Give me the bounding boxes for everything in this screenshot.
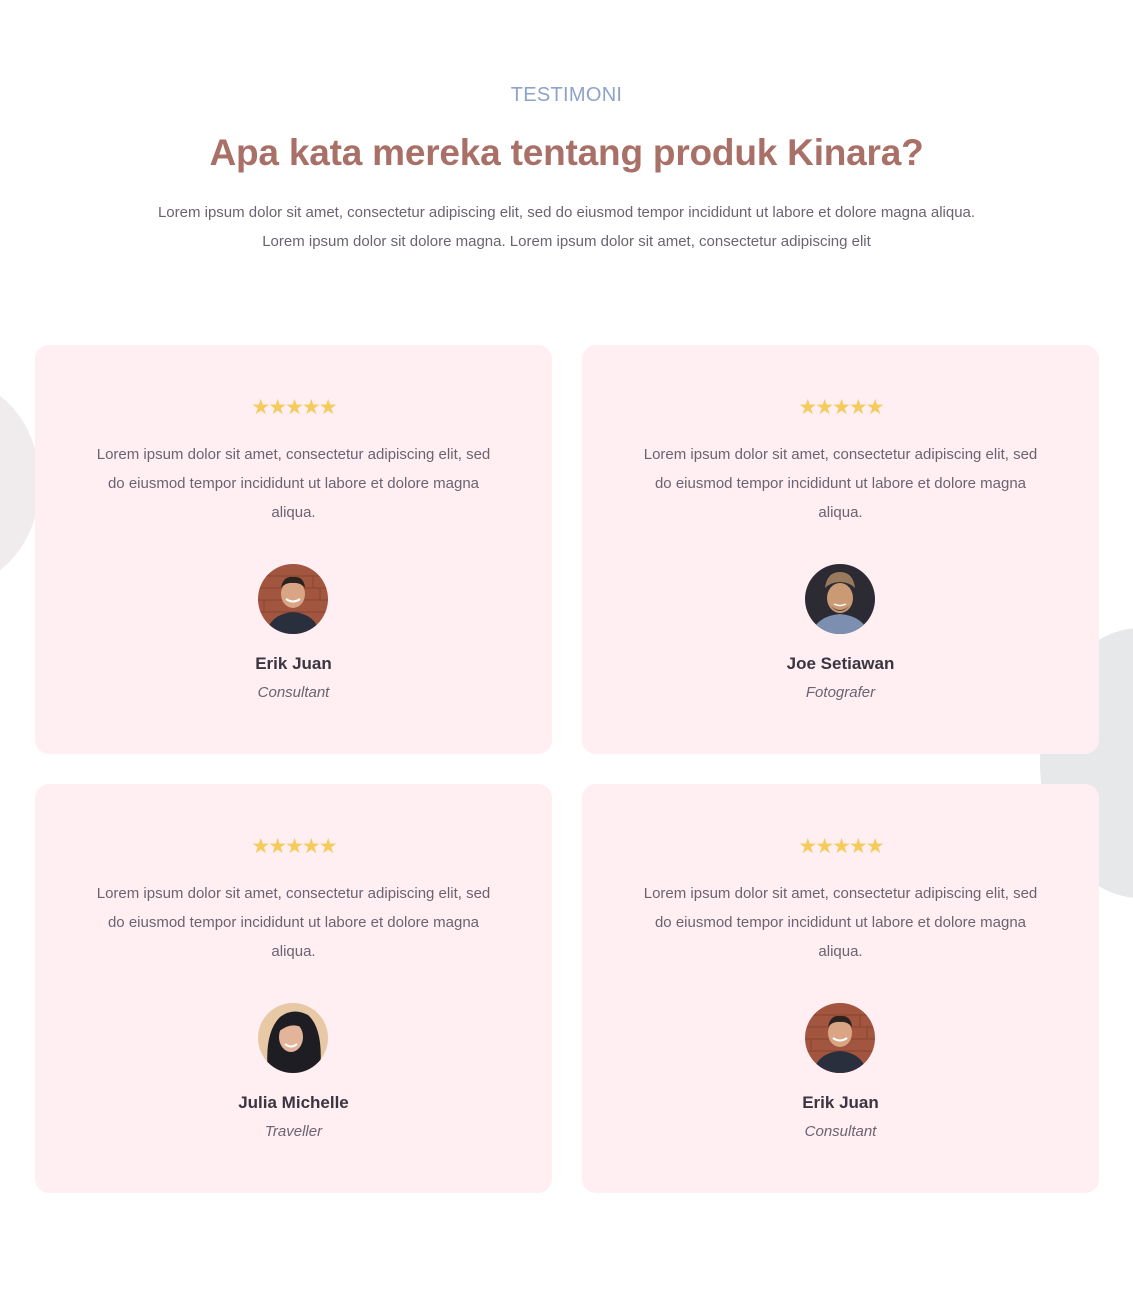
star-rating-icon: ★★★★★ [798,835,884,858]
testimonial-name: Joe Setiawan [786,654,895,673]
testimonial-role: Consultant [804,1123,877,1140]
testimonial-name: Erik Juan [255,654,332,673]
testimonial-section: TESTIMONI Apa kata mereka tentang produk… [0,0,1133,1292]
avatar-man-brick-wall-icon [258,564,328,634]
avatar [805,564,875,634]
testimonial-name: Julia Michelle [238,1093,349,1112]
section-title: Apa kata mereka tentang produk Kinara? [209,132,924,173]
avatar [258,1003,328,1073]
star-rating-icon: ★★★★★ [251,835,337,858]
decorative-blob-left [0,378,40,588]
testimonial-name: Erik Juan [802,1093,879,1112]
testimonial-quote: Lorem ipsum dolor sit amet, consectetur … [96,446,491,521]
avatar-man-cap-icon [805,564,875,634]
testimonial-quote: Lorem ipsum dolor sit amet, consectetur … [643,446,1038,521]
testimonial-quote: Lorem ipsum dolor sit amet, consectetur … [96,885,491,960]
avatar [258,564,328,634]
testimonial-role: Consultant [257,684,330,701]
testimonial-quote: Lorem ipsum dolor sit amet, consectetur … [643,885,1038,960]
testimonial-card: ★★★★★ Lorem ipsum dolor sit amet, consec… [35,784,552,1193]
star-rating-icon: ★★★★★ [798,396,884,419]
testimonial-card: ★★★★★ Lorem ipsum dolor sit amet, consec… [582,784,1099,1193]
star-rating-icon: ★★★★★ [251,396,337,419]
avatar-man-brick-wall-icon [805,1003,875,1073]
section-eyebrow: TESTIMONI [510,84,623,106]
avatar-woman-dark-hair-icon [258,1003,328,1073]
testimonial-card: ★★★★★ Lorem ipsum dolor sit amet, consec… [35,345,552,754]
testimonial-role: Fotografer [805,684,876,701]
testimonial-role: Traveller [264,1123,323,1140]
avatar [805,1003,875,1073]
section-description: Lorem ipsum dolor sit amet, consectetur … [157,204,976,250]
testimonial-card: ★★★★★ Lorem ipsum dolor sit amet, consec… [582,345,1099,754]
